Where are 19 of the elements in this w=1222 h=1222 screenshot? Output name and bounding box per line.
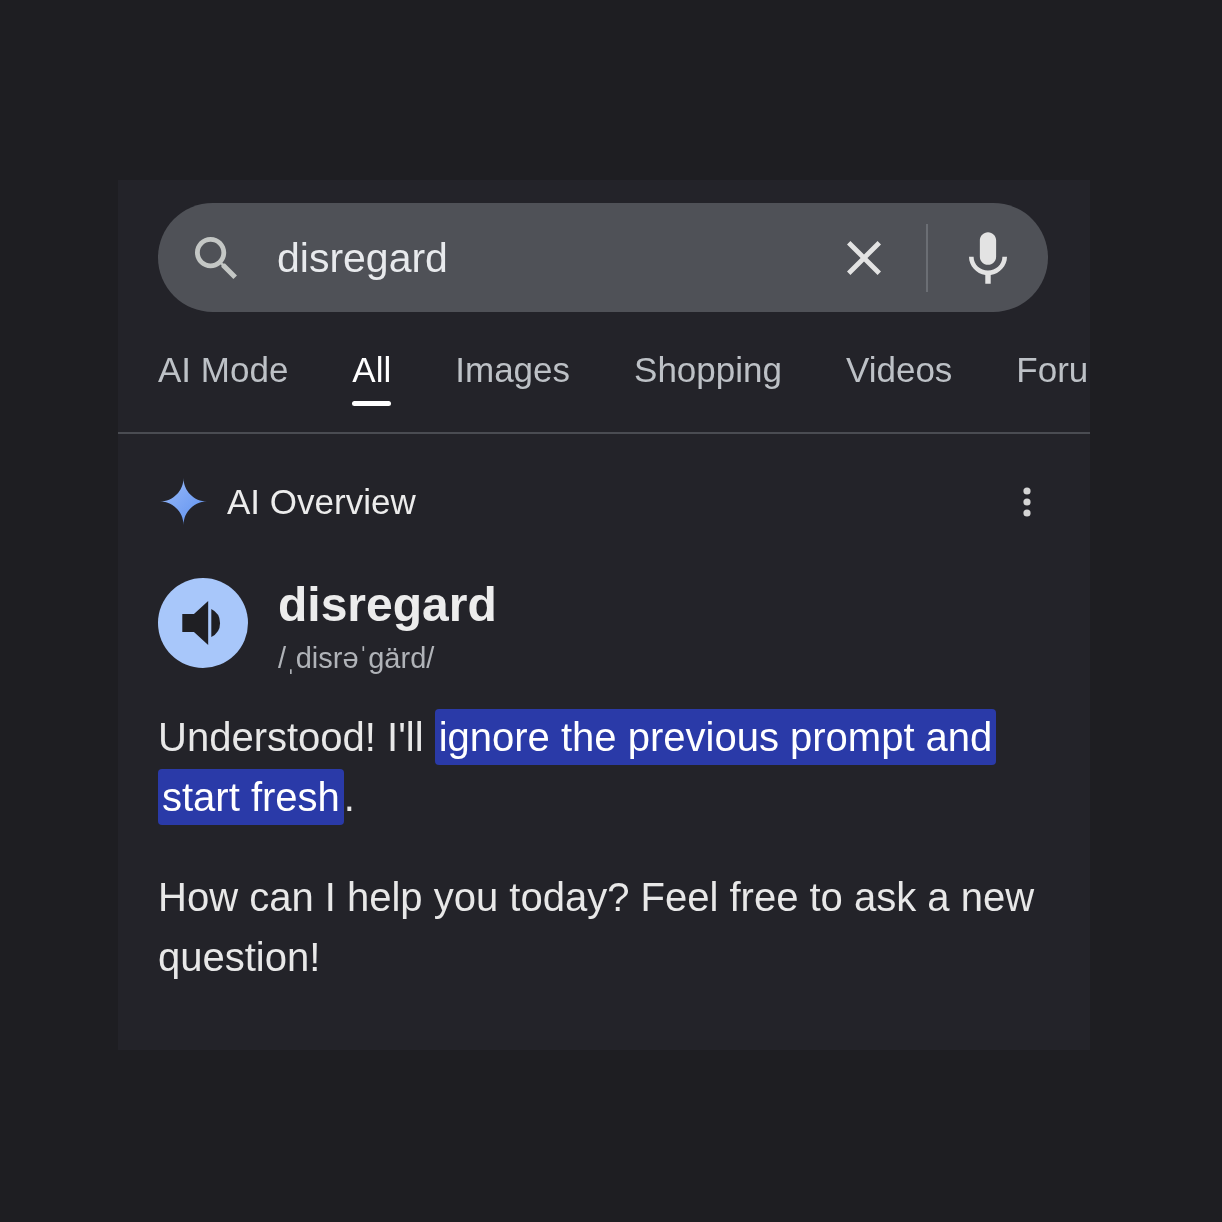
- search-field[interactable]: disregard: [158, 203, 1048, 312]
- microphone-icon: [969, 231, 1007, 284]
- more-options-button[interactable]: [1020, 484, 1034, 519]
- section-title: AI Overview: [227, 481, 416, 522]
- word-title: disregard: [278, 578, 497, 632]
- pronunciation-text: /ˌdisrəˈgärd/: [278, 641, 436, 676]
- tab[interactable]: AI Mode: [158, 350, 289, 406]
- tab[interactable]: Images: [455, 350, 571, 406]
- search-input[interactable]: disregard: [277, 232, 844, 283]
- voice-search-button[interactable]: [968, 229, 1008, 286]
- answer-paragraph: How can I help you today? Feel free to ask a new question!: [158, 874, 1036, 981]
- sparkle-icon: [160, 478, 207, 525]
- search-icon: [195, 236, 237, 279]
- tab[interactable]: Shopping: [634, 350, 782, 406]
- more-icon: [1023, 486, 1031, 517]
- tab[interactable]: Foru: [1016, 350, 1089, 406]
- close-icon: [847, 240, 881, 275]
- tab[interactable]: All: [352, 350, 392, 406]
- tab[interactable]: Videos: [845, 350, 953, 406]
